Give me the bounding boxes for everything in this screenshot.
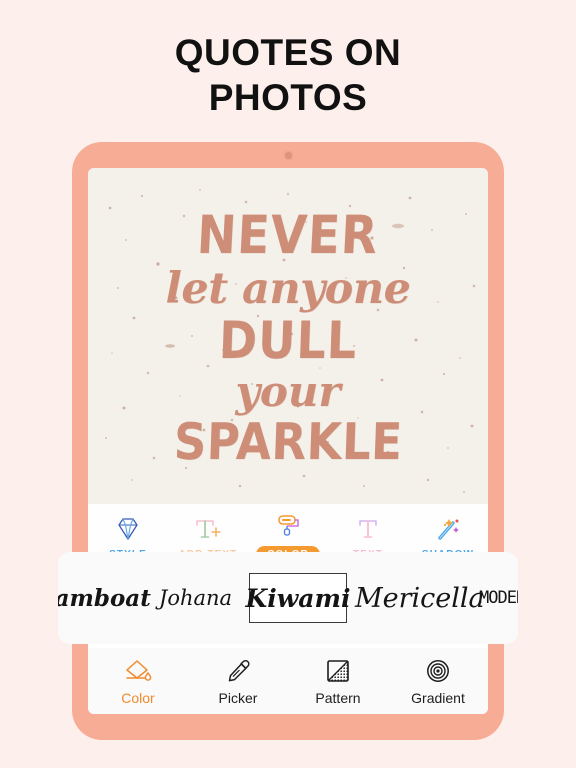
color-option-gradient[interactable]: Gradient [394, 657, 482, 706]
page-title-line-2: PHOTOS [208, 77, 368, 118]
quote-line-1: NEVER [195, 204, 381, 267]
diamond-icon [114, 515, 142, 543]
color-option-pattern-label: Pattern [315, 689, 361, 706]
paint-bucket-icon [123, 657, 153, 685]
quote-line-3: DULL [217, 309, 359, 371]
color-option-pattern[interactable]: Pattern [294, 657, 382, 706]
font-item-steamboat[interactable]: eamboat [58, 585, 151, 612]
quote-line-4: your [235, 367, 341, 416]
quote-line-5: SPARKLE [172, 411, 404, 472]
magic-wand-icon [434, 515, 462, 543]
font-carousel[interactable]: eamboat Johana Kiwami Mericella MODERNMA… [58, 552, 518, 644]
color-option-picker-label: Picker [218, 689, 258, 706]
color-options-toolbar: Color Picker Pattern Gradient [88, 648, 488, 714]
color-option-picker[interactable]: Picker [194, 657, 282, 706]
color-option-color[interactable]: Color [94, 657, 182, 706]
font-item-johana[interactable]: Johana [148, 586, 243, 610]
camera-dot-icon [284, 152, 292, 159]
color-option-gradient-label: Gradient [411, 689, 465, 706]
font-item-modernmagic[interactable]: MODERNMAGI [479, 588, 518, 608]
quote-line-2: let anyone [165, 264, 411, 314]
color-option-color-label: Color [121, 689, 155, 706]
paint-roller-icon [274, 512, 302, 540]
tablet-device-frame: NEVER let anyone DULL your SPARKLE STYLE [72, 142, 504, 740]
quote-artwork-canvas[interactable]: NEVER let anyone DULL your SPARKLE [88, 168, 488, 504]
page-title: QUOTES ON PHOTOS [0, 30, 576, 120]
font-item-mericella[interactable]: Mericella [355, 583, 485, 614]
pattern-square-icon [325, 657, 351, 685]
eyedropper-icon [224, 657, 252, 685]
page-title-line-1: QUOTES ON [174, 32, 402, 73]
text-t-icon [354, 515, 382, 543]
font-item-kiwami-selected[interactable]: Kiwami [246, 573, 350, 623]
add-text-icon [193, 515, 223, 543]
quote-text-block[interactable]: NEVER let anyone DULL your SPARKLE [88, 168, 488, 504]
gradient-circles-icon [425, 657, 451, 685]
